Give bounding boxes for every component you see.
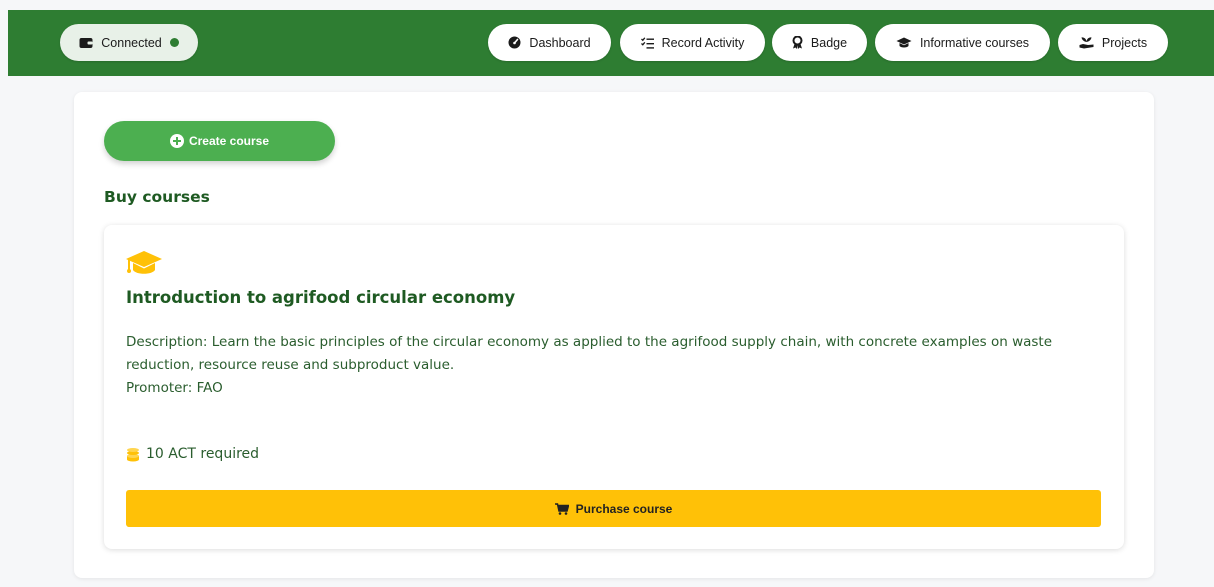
nav-record-activity[interactable]: Record Activity <box>620 24 765 61</box>
nav-informative-courses-label: Informative courses <box>919 35 1030 50</box>
hand-holding-seedling-icon <box>1079 37 1094 49</box>
plus-circle-icon <box>169 134 184 148</box>
nav-informative-courses[interactable]: Informative courses <box>875 24 1050 61</box>
course-price: 10 ACT required <box>126 446 259 462</box>
shopping-cart-icon <box>554 502 569 515</box>
wallet-connected-button[interactable]: Connected <box>60 24 198 61</box>
course-price-label: 10 ACT required <box>146 446 260 462</box>
nav-record-activity-label: Record Activity <box>661 35 745 50</box>
nav-badge-label: Badge <box>810 35 848 50</box>
section-title: Buy courses <box>104 188 210 206</box>
course-promoter: Promoter: FAO <box>126 380 223 396</box>
purchase-course-label: Purchase course <box>575 501 673 516</box>
graduation-cap-icon <box>896 37 912 47</box>
connected-label: Connected <box>101 35 162 50</box>
award-icon <box>792 36 803 49</box>
wallet-icon <box>79 37 93 48</box>
purchase-course-button[interactable]: Purchase course <box>126 490 1101 527</box>
nav-projects[interactable]: Projects <box>1058 24 1168 61</box>
connection-status-dot <box>169 38 179 47</box>
nav-badge[interactable]: Badge <box>772 24 867 61</box>
create-course-button[interactable]: Create course <box>104 121 335 161</box>
nav-dashboard[interactable]: Dashboard <box>488 24 611 61</box>
nav-dashboard-label: Dashboard <box>529 35 591 50</box>
create-course-label: Create course <box>188 134 270 148</box>
course-title: Introduction to agrifood circular econom… <box>126 288 516 307</box>
checklist-icon <box>640 36 654 49</box>
graduation-cap-icon <box>126 251 162 274</box>
nav-projects-label: Projects <box>1101 35 1148 50</box>
course-description: Description: Learn the basic principles … <box>126 334 1053 373</box>
coins-icon <box>127 447 139 461</box>
gauge-icon <box>508 36 521 49</box>
